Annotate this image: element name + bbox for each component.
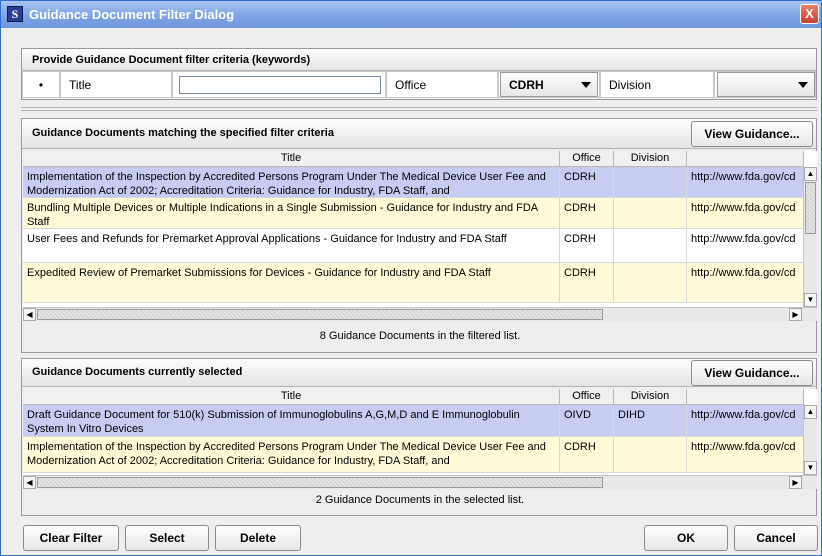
scroll-down-icon[interactable]: ▼ bbox=[804, 461, 817, 475]
title-bar[interactable]: S Guidance Document Filter Dialog X bbox=[1, 1, 821, 28]
column-header-office[interactable]: Office bbox=[560, 389, 614, 405]
filter-criteria-row: • Title Office CDRH Division bbox=[22, 71, 816, 98]
office-combo-value: CDRH bbox=[509, 78, 544, 92]
scroll-down-icon[interactable]: ▼ bbox=[804, 293, 817, 307]
scroll-thumb[interactable] bbox=[37, 477, 603, 488]
cell-title: Implementation of the Inspection by Accr… bbox=[23, 437, 560, 472]
table-row[interactable]: Implementation of the Inspection by Accr… bbox=[23, 437, 804, 473]
app-icon: S bbox=[7, 6, 23, 22]
cell-office: CDRH bbox=[560, 229, 614, 262]
cell-office: CDRH bbox=[560, 263, 614, 302]
scroll-right-icon[interactable]: ▶ bbox=[789, 308, 802, 321]
window-title: Guidance Document Filter Dialog bbox=[29, 7, 235, 22]
column-header-title[interactable]: Title bbox=[23, 151, 560, 167]
column-header-division[interactable]: Division bbox=[614, 389, 687, 405]
cell-office: CDRH bbox=[560, 437, 614, 472]
vertical-scrollbar[interactable]: ▲ ▼ bbox=[803, 405, 817, 475]
column-header-title[interactable]: Title bbox=[23, 389, 560, 405]
cell-url: http://www.fda.gov/cd bbox=[687, 405, 804, 436]
selected-documents-table: Title Office Division Draft Guidance Doc… bbox=[23, 389, 817, 489]
horizontal-scrollbar[interactable]: ◀ ▶ bbox=[23, 475, 817, 489]
title-label-cell: Title bbox=[60, 71, 172, 98]
cell-office: CDRH bbox=[560, 167, 614, 197]
title-input[interactable] bbox=[179, 76, 381, 94]
cell-url: http://www.fda.gov/cd bbox=[687, 263, 804, 302]
cell-url: http://www.fda.gov/cd bbox=[687, 198, 804, 228]
matching-documents-panel: Guidance Documents matching the specifie… bbox=[21, 118, 817, 353]
cell-title: Bundling Multiple Devices or Multiple In… bbox=[23, 198, 560, 228]
cell-division bbox=[614, 229, 687, 262]
selected-count-text: 2 Guidance Documents in the selected lis… bbox=[315, 494, 525, 506]
cell-url: http://www.fda.gov/cd bbox=[687, 437, 804, 472]
title-input-cell bbox=[172, 71, 386, 98]
cell-title: Implementation of the Inspection by Accr… bbox=[23, 167, 560, 197]
cell-division bbox=[614, 437, 687, 472]
clear-filter-button[interactable]: Clear Filter bbox=[23, 525, 119, 551]
division-combo[interactable] bbox=[717, 72, 815, 97]
office-label: Office bbox=[395, 78, 427, 92]
cancel-button[interactable]: Cancel bbox=[734, 525, 818, 551]
cell-office: CDRH bbox=[560, 198, 614, 228]
table-row[interactable]: Expedited Review of Premarket Submission… bbox=[23, 263, 804, 303]
select-button[interactable]: Select bbox=[125, 525, 209, 551]
delete-button[interactable]: Delete bbox=[215, 525, 301, 551]
table-row[interactable]: User Fees and Refunds for Premarket Appr… bbox=[23, 229, 804, 263]
cell-office: OIVD bbox=[560, 405, 614, 436]
filter-criteria-header: Provide Guidance Document filter criteri… bbox=[22, 49, 816, 71]
chevron-down-icon bbox=[798, 82, 808, 88]
ok-button[interactable]: OK bbox=[644, 525, 728, 551]
cell-url: http://www.fda.gov/cd bbox=[687, 229, 804, 262]
scroll-thumb[interactable] bbox=[37, 309, 603, 320]
title-label: Title bbox=[69, 78, 92, 92]
splitter[interactable] bbox=[21, 107, 817, 111]
column-header-url[interactable] bbox=[687, 151, 804, 167]
cell-title: User Fees and Refunds for Premarket Appr… bbox=[23, 229, 560, 262]
cell-title: Draft Guidance Document for 510(k) Submi… bbox=[23, 405, 560, 436]
close-icon[interactable]: X bbox=[800, 4, 819, 24]
cell-division bbox=[614, 198, 687, 228]
scroll-up-icon[interactable]: ▲ bbox=[804, 405, 817, 419]
scroll-left-icon[interactable]: ◀ bbox=[23, 476, 36, 489]
scroll-up-icon[interactable]: ▲ bbox=[804, 167, 817, 181]
office-combo[interactable]: CDRH bbox=[500, 72, 598, 97]
cell-division bbox=[614, 167, 687, 197]
chevron-down-icon bbox=[581, 82, 591, 88]
view-guidance-button[interactable]: View Guidance... bbox=[691, 121, 813, 147]
matching-documents-table: Title Office Division Implementation of … bbox=[23, 151, 817, 321]
division-label: Division bbox=[609, 78, 652, 92]
column-header-division[interactable]: Division bbox=[614, 151, 687, 167]
cell-division bbox=[614, 263, 687, 302]
table-row[interactable]: Implementation of the Inspection by Accr… bbox=[23, 167, 804, 198]
scroll-right-icon[interactable]: ▶ bbox=[789, 476, 802, 489]
table-row[interactable]: Bundling Multiple Devices or Multiple In… bbox=[23, 198, 804, 229]
office-label-cell: Office bbox=[386, 71, 498, 98]
bullet-cell: • bbox=[22, 71, 60, 98]
column-header-url[interactable] bbox=[687, 389, 804, 405]
view-guidance-button[interactable]: View Guidance... bbox=[691, 360, 813, 386]
cell-title: Expedited Review of Premarket Submission… bbox=[23, 263, 560, 302]
filter-criteria-panel: Provide Guidance Document filter criteri… bbox=[21, 48, 817, 100]
division-combo-cell bbox=[714, 71, 816, 98]
dialog-window: S Guidance Document Filter Dialog X Prov… bbox=[0, 0, 822, 556]
horizontal-scrollbar[interactable]: ◀ ▶ bbox=[23, 307, 817, 321]
office-combo-cell: CDRH bbox=[498, 71, 600, 98]
division-label-cell: Division bbox=[600, 71, 714, 98]
filtered-count-text: 8 Guidance Documents in the filtered lis… bbox=[319, 330, 521, 342]
vertical-scrollbar[interactable]: ▲ ▼ bbox=[803, 167, 817, 307]
bullet-glyph: • bbox=[38, 78, 44, 92]
scroll-left-icon[interactable]: ◀ bbox=[23, 308, 36, 321]
column-header-office[interactable]: Office bbox=[560, 151, 614, 167]
scroll-thumb[interactable] bbox=[805, 182, 816, 234]
cell-url: http://www.fda.gov/cd bbox=[687, 167, 804, 197]
scroll-thumb[interactable] bbox=[805, 420, 816, 460]
table-row[interactable]: Draft Guidance Document for 510(k) Submi… bbox=[23, 405, 804, 437]
cell-division: DIHD bbox=[614, 405, 687, 436]
selected-documents-panel: Guidance Documents currently selected Vi… bbox=[21, 358, 817, 516]
